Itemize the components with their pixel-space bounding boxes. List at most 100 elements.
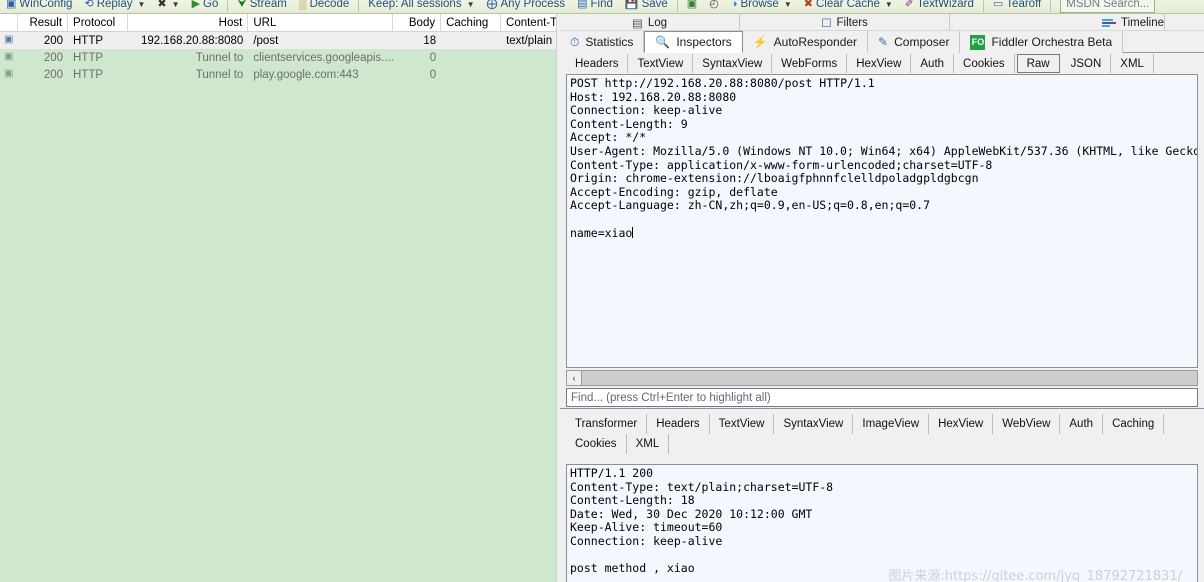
response-tab-xml[interactable]: XML xyxy=(627,434,670,454)
request-header-line: Accept: */* xyxy=(570,130,647,145)
response-tab-auth[interactable]: Auth xyxy=(1060,414,1104,434)
chevron-down-icon[interactable]: ▼ xyxy=(784,0,792,9)
any-process-icon: ⨁ xyxy=(486,0,498,10)
tab-composer[interactable]: ✎ Composer xyxy=(868,31,961,53)
toolbar-timer-button[interactable]: ◴ xyxy=(703,0,725,13)
tab-timeline[interactable]: Timeline xyxy=(950,14,1165,31)
toolbar-clear-cache-button[interactable]: ✖ Clear Cache ▼ xyxy=(798,0,899,13)
request-tab-webforms[interactable]: WebForms xyxy=(772,54,848,73)
request-tab-hexview[interactable]: HexView xyxy=(847,54,912,73)
table-row[interactable]: ▣ 200 HTTP 192.168.20.88:8080 /post 18 t… xyxy=(0,32,560,49)
find-icon: ▤ xyxy=(577,0,588,10)
cell-host: Tunnel to xyxy=(195,68,244,81)
msdn-search-placeholder: MSDN Search... xyxy=(1066,0,1150,10)
scroll-left-arrow-icon[interactable]: ‹ xyxy=(567,371,582,385)
request-header-line: User-Agent: Mozilla/5.0 (Windows NT 10.0… xyxy=(570,143,1198,158)
tab-label: AutoResponder xyxy=(773,35,858,49)
request-tab-textview[interactable]: TextView xyxy=(628,54,694,73)
toolbar-textwizard-button[interactable]: ✐ TextWizard xyxy=(899,0,980,13)
request-header-line: Accept-Encoding: gzip, deflate xyxy=(570,184,778,199)
tab-inspectors[interactable]: 🔍 Inspectors xyxy=(644,31,743,53)
response-tab-hexview[interactable]: HexView xyxy=(929,414,994,434)
response-header-line: Content-Type: text/plain;charset=UTF-8 xyxy=(570,479,834,494)
chevron-down-icon[interactable]: ▼ xyxy=(885,0,893,9)
chevron-down-icon[interactable]: ▼ xyxy=(138,0,146,9)
toolbar-divider xyxy=(982,0,984,12)
cell-caching xyxy=(441,32,501,49)
request-raw-view[interactable]: POST http://192.168.20.88:8080/post HTTP… xyxy=(566,74,1198,368)
column-header-host[interactable]: Host xyxy=(128,14,249,32)
toolbar-items: ▣ WinConfig ⟲ Replay ▼ ✖ ▼ ▶ Go ⮟ Stream xyxy=(0,0,1156,13)
response-tab-headers[interactable]: Headers xyxy=(647,414,710,434)
request-tab-xml[interactable]: XML xyxy=(1111,54,1154,73)
response-tab-syntaxview[interactable]: SyntaxView xyxy=(774,414,854,434)
request-icon: ▣ xyxy=(4,34,14,45)
cell-protocol: HTTP xyxy=(73,51,104,64)
column-header-result[interactable]: Result xyxy=(18,14,69,32)
column-header-protocol[interactable]: Protocol xyxy=(68,14,128,32)
toolbar-replay-button[interactable]: ⟲ Replay ▼ xyxy=(78,0,151,13)
toolbar-go-button[interactable]: ▶ Go xyxy=(186,0,225,13)
tab-statistics[interactable]: ⏱ Statistics xyxy=(560,31,645,53)
column-header-icon[interactable] xyxy=(0,14,18,32)
toolbar-stream-button[interactable]: ⮟ Stream xyxy=(231,0,292,13)
tunnel-icon: ▣ xyxy=(4,68,14,79)
request-url-link[interactable]: http://192.168.20.88:8080/post xyxy=(605,76,813,90)
request-header-line: Connection: keep-alive xyxy=(570,103,723,118)
toolbar-winconfig-button[interactable]: ▣ WinConfig xyxy=(0,0,78,13)
chevron-down-icon[interactable]: ▼ xyxy=(467,0,475,9)
toolbar-screenshot-button[interactable]: ▣ xyxy=(681,0,703,13)
chevron-down-icon[interactable]: ▼ xyxy=(172,0,180,9)
tearoff-icon: ▭ xyxy=(992,0,1004,10)
fiddler-orchestra-icon: FO xyxy=(970,34,986,50)
text-caret xyxy=(632,226,634,238)
table-row[interactable]: ▣ 200 HTTP Tunnel to clientservices.goog… xyxy=(0,49,560,66)
toolbar-tearoff-button[interactable]: ▭ Tearoff xyxy=(987,0,1047,13)
toolbar-any-process-button[interactable]: ⨁ Any Process xyxy=(481,0,572,13)
toolbar-divider xyxy=(1050,0,1052,12)
toolbar-keep-sessions-button[interactable]: Keep: All sessions ▼ xyxy=(362,0,480,13)
response-tab-transformer[interactable]: Transformer xyxy=(566,414,648,434)
request-tab-syntaxview[interactable]: SyntaxView xyxy=(693,54,773,73)
request-header-line: Content-Type: application/x-www-form-url… xyxy=(570,157,993,172)
find-input[interactable]: Find... (press Ctrl+Enter to highlight a… xyxy=(566,388,1198,407)
request-tab-headers[interactable]: Headers xyxy=(566,54,629,73)
column-header-caching[interactable]: Caching xyxy=(441,14,502,32)
request-inspector: Headers TextView SyntaxView WebForms Hex… xyxy=(560,53,1204,408)
table-row[interactable]: ▣ 200 HTTP Tunnel to play.google.com:443… xyxy=(0,66,560,83)
timeline-icon xyxy=(1101,18,1116,28)
toolbar-save-button[interactable]: 💾 Save xyxy=(619,0,674,13)
response-inspector: Transformer Headers TextView SyntaxView … xyxy=(560,414,1204,582)
tab-log[interactable]: ▤ Log xyxy=(560,14,740,31)
tab-fiddler-orchestra[interactable]: FO Fiddler Orchestra Beta xyxy=(960,31,1124,53)
response-tab-cookies[interactable]: Cookies xyxy=(566,434,627,454)
response-tab-webview[interactable]: WebView xyxy=(993,414,1061,434)
go-icon: ▶ xyxy=(191,0,201,10)
toolbar-item-label: Decode xyxy=(309,0,350,10)
request-tab-raw[interactable]: Raw xyxy=(1016,54,1060,73)
toolbar-decode-button[interactable]: ▒ Decode xyxy=(293,0,355,13)
cell-content-type xyxy=(501,49,560,66)
toolbar-remove-button[interactable]: ✖ ▼ xyxy=(151,0,185,13)
request-horizontal-scrollbar[interactable]: ‹ xyxy=(566,370,1198,386)
toolbar-item-label: Stream xyxy=(249,0,287,10)
msdn-search-input[interactable]: MSDN Search... xyxy=(1060,0,1156,13)
response-tab-imageview[interactable]: ImageView xyxy=(853,414,930,434)
response-tab-caching[interactable]: Caching xyxy=(1103,414,1165,434)
column-header-content-type[interactable]: Content-Type xyxy=(501,14,560,32)
cell-result: 200 xyxy=(43,68,63,81)
request-tab-auth[interactable]: Auth xyxy=(911,54,955,73)
column-header-body[interactable]: Body xyxy=(393,14,442,32)
request-tab-cookies[interactable]: Cookies xyxy=(954,54,1015,73)
filters-checkbox[interactable]: ☐ xyxy=(821,16,831,30)
request-tab-json[interactable]: JSON xyxy=(1062,54,1112,73)
sessions-list[interactable]: Result Protocol Host URL Body Caching Co… xyxy=(0,14,560,582)
cell-protocol: HTTP xyxy=(73,68,104,81)
column-header-url[interactable]: URL xyxy=(248,14,393,32)
toolbar-find-button[interactable]: ▤ Find xyxy=(571,0,619,13)
response-tab-textview[interactable]: TextView xyxy=(710,414,775,434)
fiddler-window: ▣ WinConfig ⟲ Replay ▼ ✖ ▼ ▶ Go ⮟ Stream xyxy=(0,0,1204,582)
toolbar-browse-button[interactable]: ◑ Browse ▼ xyxy=(725,0,798,13)
tab-autoresponder[interactable]: ⚡ AutoResponder xyxy=(742,31,869,53)
tab-filters[interactable]: ☐ Filters xyxy=(740,14,950,31)
